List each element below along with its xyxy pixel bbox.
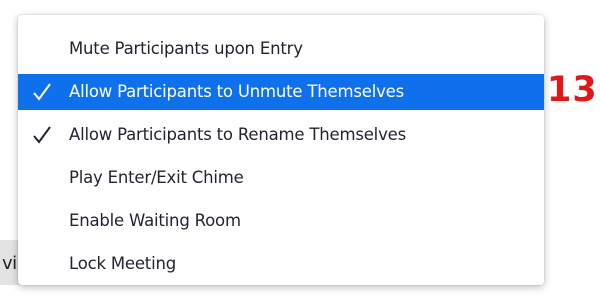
background-partial-text: vi bbox=[2, 253, 17, 274]
menu-item-allow-participants-to-rename-themselves[interactable]: Allow Participants to Rename Themselves bbox=[18, 117, 544, 153]
menu-item-enable-waiting-room[interactable]: Enable Waiting Room bbox=[18, 203, 544, 239]
menu-item-label: Mute Participants upon Entry bbox=[69, 39, 303, 58]
menu-item-label: Allow Participants to Unmute Themselves bbox=[69, 82, 405, 101]
menu-item-allow-participants-to-unmute-themselves[interactable]: Allow Participants to Unmute Themselves bbox=[18, 74, 544, 110]
more-options-dropdown-menu: Mute Participants upon Entry Allow Parti… bbox=[18, 15, 544, 285]
step-number-annotation: 13 bbox=[547, 70, 598, 110]
menu-item-label: Lock Meeting bbox=[69, 254, 176, 273]
menu-item-label: Enable Waiting Room bbox=[69, 211, 241, 230]
menu-item-play-enter-exit-chime[interactable]: Play Enter/Exit Chime bbox=[18, 160, 544, 196]
menu-item-mute-participants-upon-entry[interactable]: Mute Participants upon Entry bbox=[18, 31, 544, 67]
checkmark-icon bbox=[33, 126, 51, 144]
menu-item-label: Allow Participants to Rename Themselves bbox=[69, 125, 406, 144]
menu-item-label: Play Enter/Exit Chime bbox=[69, 168, 244, 187]
menu-item-lock-meeting[interactable]: Lock Meeting bbox=[18, 246, 544, 282]
checkmark-icon bbox=[33, 83, 51, 101]
